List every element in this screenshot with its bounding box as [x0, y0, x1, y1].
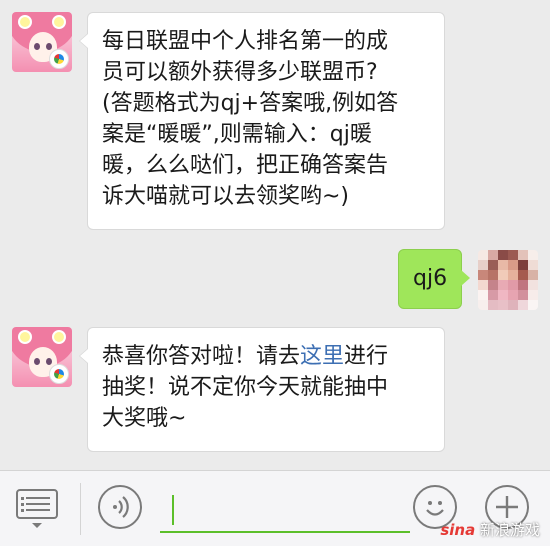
watermark-text: 新浪游戏 [479, 521, 540, 539]
message-line: 抽奖！说不定你今天就能抽中 [102, 375, 389, 400]
message-line: 恭喜你答对啦！请去这里进行 [102, 344, 389, 369]
user-avatar[interactable] [478, 250, 538, 310]
game-logo-icon [49, 49, 69, 69]
sina-logo: sina [440, 521, 476, 539]
user-message-bubble[interactable]: qj6 [398, 249, 470, 309]
bot-avatar[interactable] [12, 327, 72, 387]
bot-message-bubble[interactable]: 恭喜你答对啦！请去这里进行 抽奖！说不定你今天就能抽中 大奖哦~ [79, 327, 445, 452]
message-input-wrapper [160, 491, 410, 535]
message-line: 案是“暖暖”,则需输入：qj暖 [102, 122, 372, 147]
message-line: 每日联盟中个人排名第一的成 [102, 29, 389, 54]
lottery-link[interactable]: 这里 [300, 344, 344, 369]
chevron-down-icon [32, 523, 42, 528]
voice-button[interactable] [98, 485, 142, 529]
game-logo-icon [49, 364, 69, 384]
text-cursor [172, 495, 174, 525]
chat-area: 每日联盟中个人排名第一的成 员可以额外获得多少联盟币? (答题格式为qj+答案哦… [0, 0, 550, 470]
voice-wave-icon [113, 496, 129, 518]
bot-message-bubble[interactable]: 每日联盟中个人排名第一的成 员可以额外获得多少联盟币? (答题格式为qj+答案哦… [79, 12, 445, 230]
watermark: sina 新浪游戏 [440, 519, 540, 540]
message-line: 大奖哦~ [102, 406, 187, 431]
message-line: (答题格式为qj+答案哦,例如答 [102, 91, 399, 116]
user-message-text: qj6 [413, 266, 448, 291]
divider [80, 483, 81, 535]
bot-avatar[interactable] [12, 12, 72, 72]
message-line: 诉大喵就可以去领奖哟~) [102, 184, 350, 209]
chat-input-bar: sina 新浪游戏 [0, 470, 550, 546]
message-line: 暖，么么哒们，把正确答案告 [102, 153, 389, 178]
message-line: 员可以额外获得多少联盟币? [102, 60, 378, 85]
message-input[interactable] [160, 491, 410, 533]
menu-toggle-button[interactable] [16, 489, 62, 529]
